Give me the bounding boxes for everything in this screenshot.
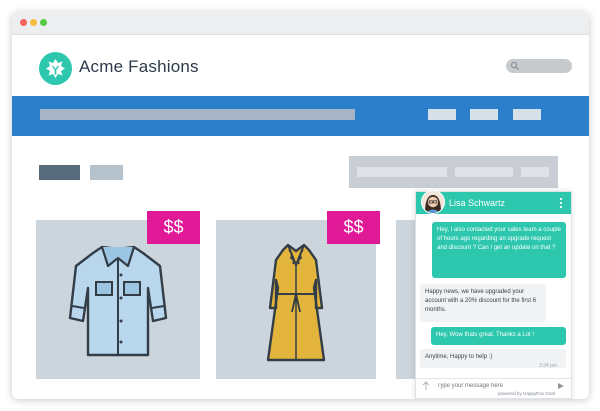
chat-message-input[interactable] bbox=[437, 381, 552, 391]
price-badge: $$ bbox=[147, 211, 200, 244]
agent-name: Lisa Schwartz bbox=[449, 198, 506, 208]
title-bar bbox=[12, 12, 589, 35]
chat-message-outgoing: Hey, I also contacted your sales team a … bbox=[432, 222, 566, 278]
brand-name[interactable]: Acme Fashions bbox=[79, 57, 199, 77]
maximize-dot-icon[interactable] bbox=[40, 19, 47, 26]
nav-search-bar[interactable] bbox=[40, 109, 355, 120]
nav-item-1[interactable] bbox=[428, 109, 456, 120]
chat-header: Lisa Schwartz bbox=[416, 190, 571, 214]
filter-field-2[interactable] bbox=[455, 167, 513, 177]
message-timestamp: 3:34 pm bbox=[539, 363, 558, 369]
filter-bar bbox=[349, 156, 558, 188]
secondary-filter-button[interactable] bbox=[90, 165, 123, 180]
close-dot-icon[interactable] bbox=[20, 19, 27, 26]
search-box[interactable] bbox=[506, 59, 572, 73]
primary-filter-button[interactable] bbox=[39, 165, 80, 180]
minimize-dot-icon[interactable] bbox=[30, 19, 37, 26]
chat-widget: Lisa Schwartz Hey, I also contacted your… bbox=[415, 190, 572, 399]
brand-logo-icon[interactable] bbox=[39, 52, 72, 85]
main-navigation-bar bbox=[12, 96, 589, 136]
powered-by-text[interactable]: powered by HappyFox Chat bbox=[498, 391, 555, 396]
agent-avatar bbox=[421, 190, 445, 214]
nav-item-2[interactable] bbox=[470, 109, 498, 120]
filter-field-1[interactable] bbox=[357, 167, 447, 177]
search-icon bbox=[510, 61, 520, 71]
send-icon[interactable] bbox=[557, 382, 565, 390]
chat-message-outgoing: Hey, Wow thats great. Thanks a Lot ! bbox=[431, 327, 566, 345]
filter-field-3[interactable] bbox=[521, 167, 549, 177]
price-badge: $$ bbox=[327, 211, 380, 244]
nav-item-3[interactable] bbox=[513, 109, 541, 120]
arrow-up-icon[interactable] bbox=[421, 381, 431, 391]
chat-message-incoming: Happy news, we have upgraded your accoun… bbox=[420, 284, 546, 322]
more-options-icon[interactable] bbox=[559, 197, 563, 209]
browser-window: Acme Fashions $$ $$ Lisa Schwartz Hey, I… bbox=[12, 12, 589, 399]
